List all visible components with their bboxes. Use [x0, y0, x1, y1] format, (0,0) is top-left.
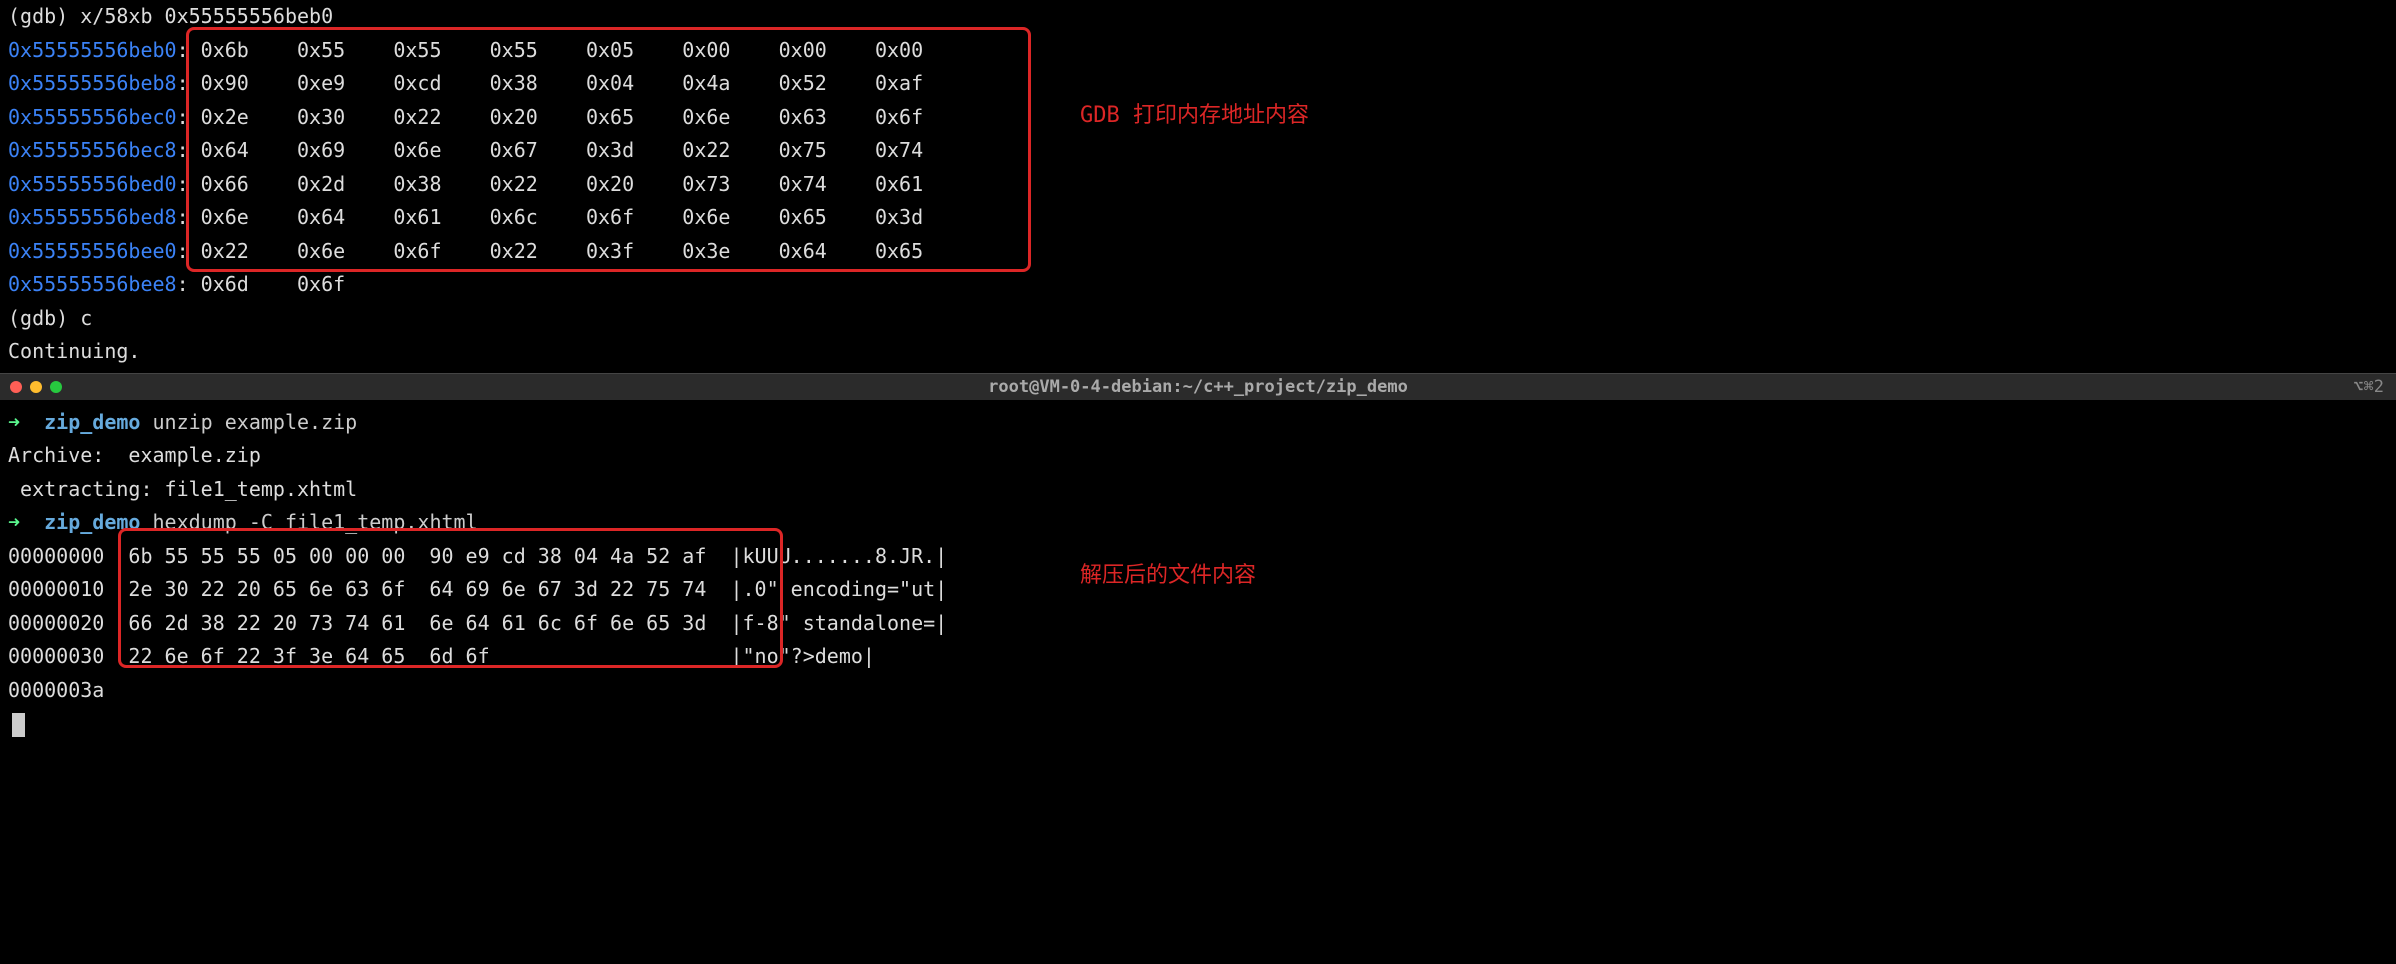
hexdump-end: 0000003a	[8, 674, 2388, 708]
memory-address: 0x55555556beb8	[8, 71, 177, 95]
close-icon[interactable]	[10, 381, 22, 393]
cursor-line[interactable]	[8, 707, 2388, 741]
memory-bytes: : 0x6d 0x6f	[177, 272, 394, 296]
prompt-arrow-icon: ➜	[8, 410, 20, 434]
shell-cwd: zip_demo	[44, 410, 140, 434]
window-controls[interactable]	[10, 381, 62, 393]
extracting-line: extracting: file1_temp.xhtml	[8, 473, 2388, 507]
archive-line: Archive: example.zip	[8, 439, 2388, 473]
titlebar-shortcut: ⌥⌘2	[2353, 377, 2384, 397]
annotation-hexdump: 解压后的文件内容	[1080, 557, 1256, 589]
memory-address: 0x55555556bed0	[8, 172, 177, 196]
maximize-icon[interactable]	[50, 381, 62, 393]
gdb-memory-row: 0x55555556bee8: 0x6d 0x6f	[8, 268, 2388, 302]
prompt-arrow-icon: ➜	[8, 510, 20, 534]
shell-unzip-line[interactable]: ➜ zip_demo unzip example.zip	[8, 406, 2388, 440]
memory-address: 0x55555556beb0	[8, 38, 177, 62]
memory-address: 0x55555556bec0	[8, 105, 177, 129]
titlebar-title: root@VM-0-4-debian:~/c++_project/zip_dem…	[988, 377, 1408, 397]
minimize-icon[interactable]	[30, 381, 42, 393]
unzip-command: unzip example.zip	[153, 410, 358, 434]
annotation-gdb: GDB 打印内存地址内容	[1080, 97, 1309, 129]
memory-address: 0x55555556bec8	[8, 138, 177, 162]
memory-address: 0x55555556bed8	[8, 205, 177, 229]
gdb-continue-cmd[interactable]: (gdb) c	[8, 302, 2388, 336]
gdb-terminal: (gdb) x/58xb 0x55555556beb0 0x55555556be…	[0, 0, 2396, 369]
cursor-icon	[12, 713, 25, 737]
memory-address: 0x55555556bee0	[8, 239, 177, 263]
terminal-titlebar: root@VM-0-4-debian:~/c++_project/zip_dem…	[0, 373, 2396, 400]
gdb-memory-highlight-box	[186, 27, 1031, 272]
shell-terminal: ➜ zip_demo unzip example.zip Archive: ex…	[0, 400, 2396, 747]
hexdump-highlight-box	[118, 528, 783, 668]
memory-address: 0x55555556bee8	[8, 272, 177, 296]
gdb-continuing: Continuing.	[8, 335, 2388, 369]
